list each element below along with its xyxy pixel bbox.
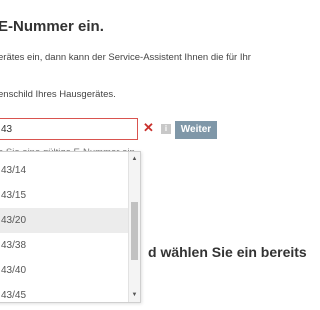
e-number-input[interactable] — [0, 118, 138, 140]
suggestion-list: 43/14 43/15 43/20 43/38 43/40 43/45 — [0, 152, 128, 302]
scroll-up-arrow-icon[interactable]: ▲ — [129, 153, 140, 165]
service-assistant-page: E-Nummer ein. erätes ein, dann kann der … — [0, 0, 310, 310]
clear-icon[interactable]: ✕ — [143, 121, 154, 135]
intro-text: erätes ein, dann kann der Service-Assist… — [0, 52, 251, 63]
suggestion-item[interactable]: 43/14 — [0, 158, 128, 183]
rating-plate-hint: enschild Ihres Hausgerätes. — [0, 89, 116, 100]
weiter-button[interactable]: Weiter — [175, 121, 217, 139]
suggestion-item[interactable]: 43/38 — [0, 233, 128, 258]
dropdown-scrollbar[interactable]: ▲ ▼ — [128, 152, 140, 302]
scroll-down-arrow-icon[interactable]: ▼ — [129, 289, 140, 301]
suggestion-item[interactable]: 43/45 — [0, 283, 128, 302]
suggestion-item-highlighted[interactable]: 43/20 — [0, 208, 128, 233]
scrollbar-thumb[interactable] — [131, 202, 138, 260]
page-heading: E-Nummer ein. — [0, 18, 104, 35]
section-heading: d wählen Sie ein bereits — [148, 244, 307, 260]
suggestion-item[interactable]: 43/40 — [0, 258, 128, 283]
info-icon[interactable]: i — [161, 124, 171, 134]
e-number-suggestions-dropdown[interactable]: 43/14 43/15 43/20 43/38 43/40 43/45 ▲ ▼ — [0, 151, 141, 303]
suggestion-item[interactable]: 43/15 — [0, 183, 128, 208]
